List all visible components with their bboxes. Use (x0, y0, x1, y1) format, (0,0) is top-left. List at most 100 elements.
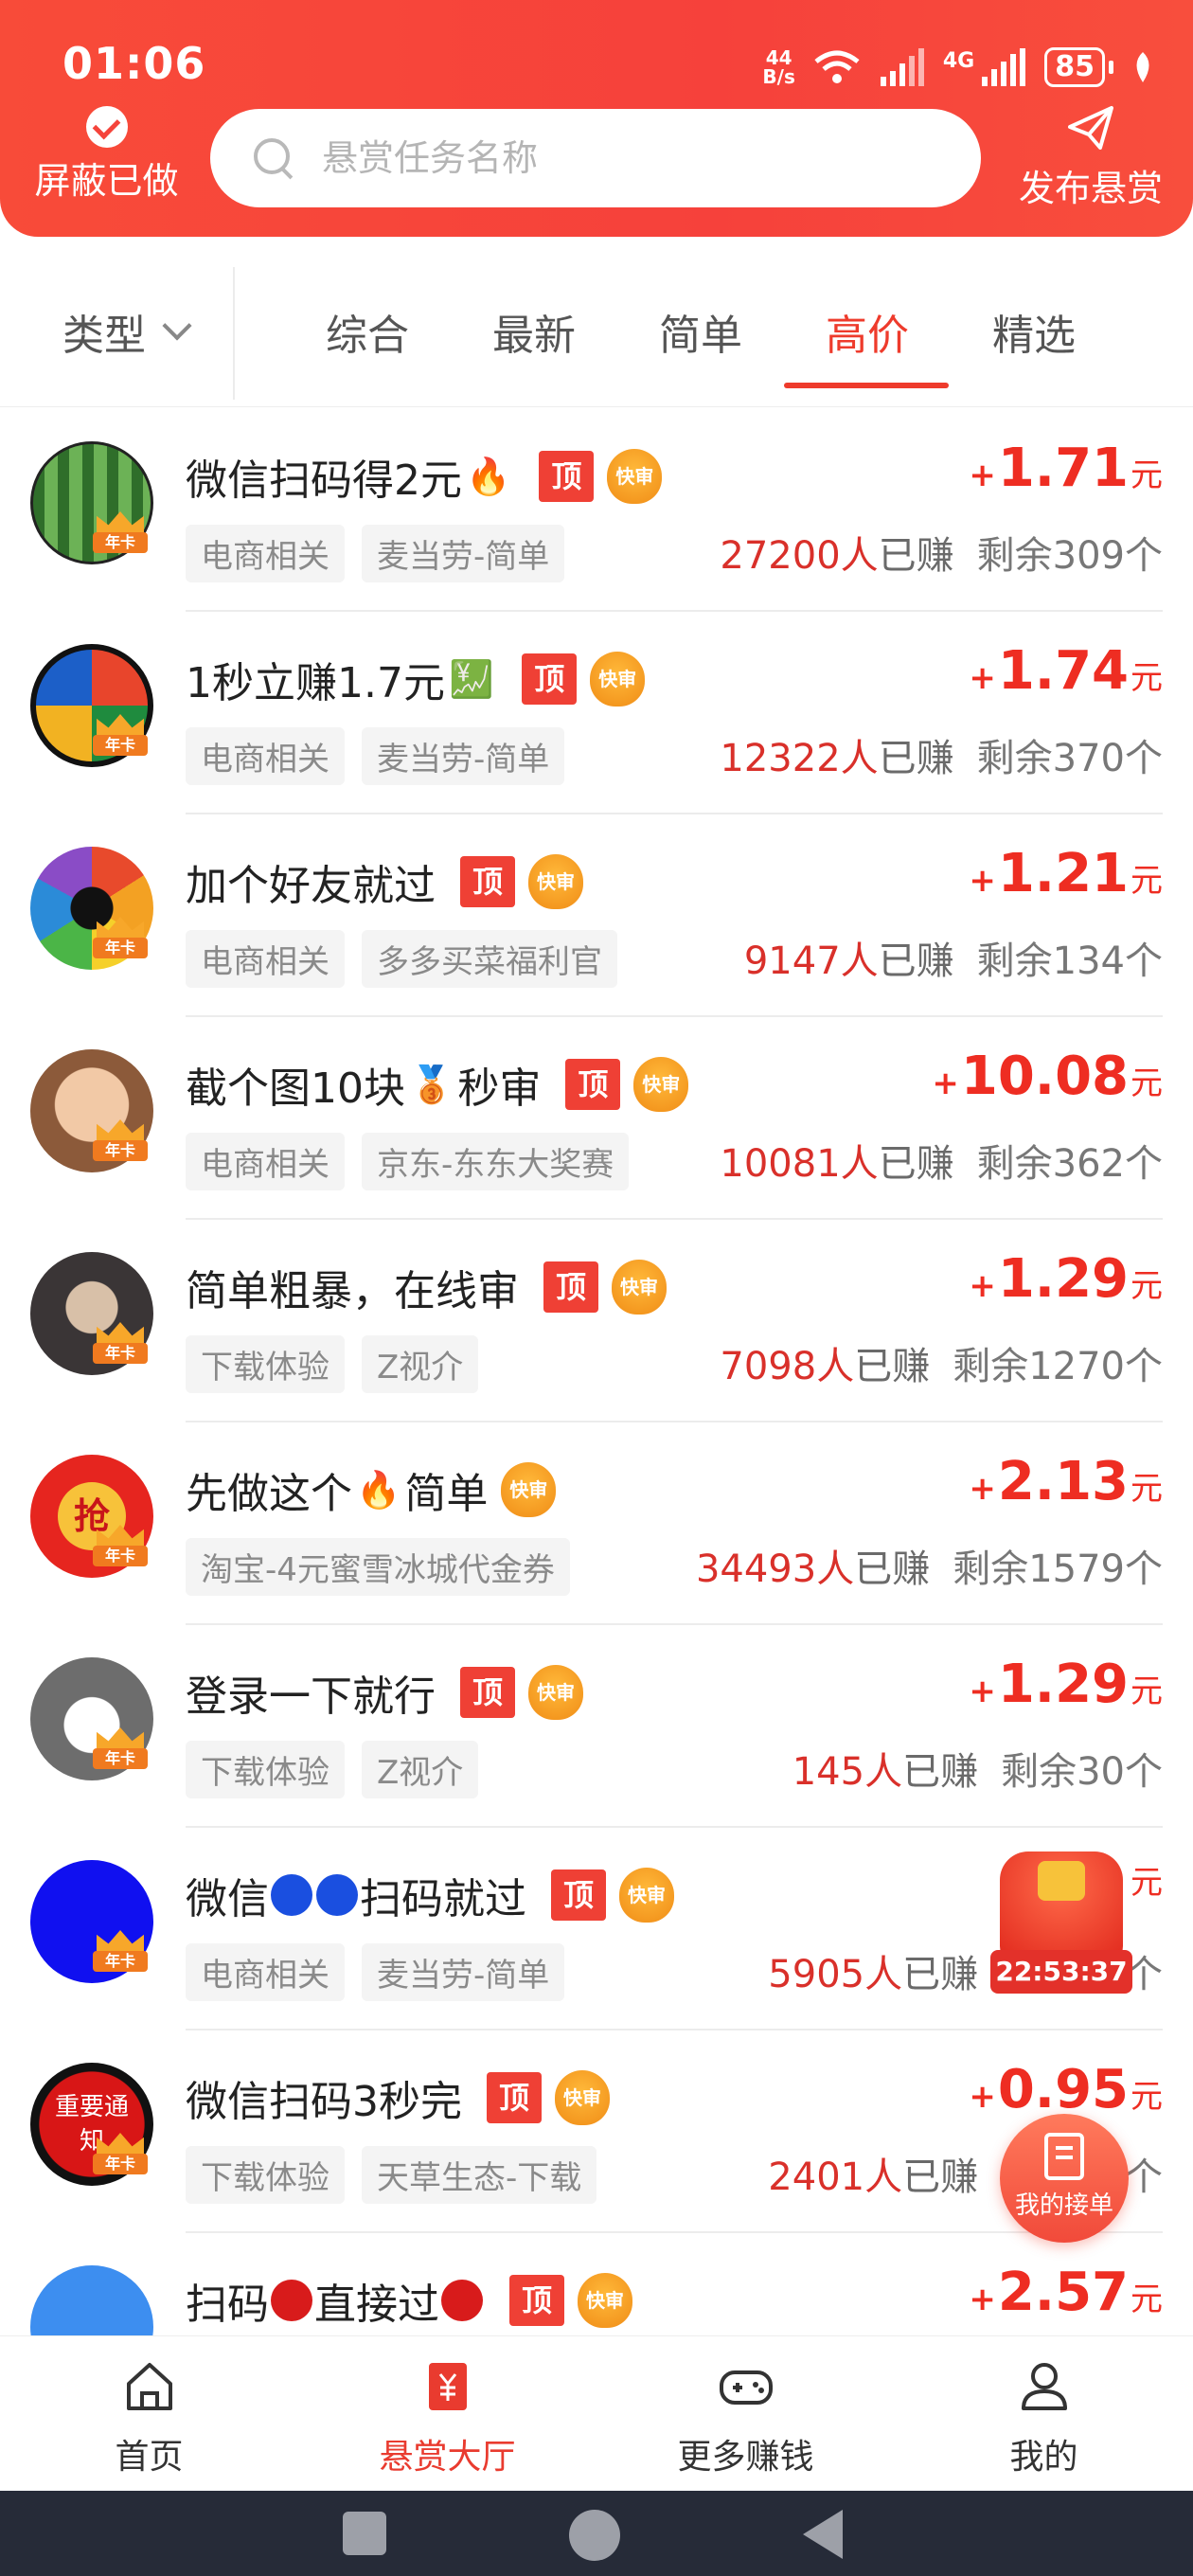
fast-review-badge: 快审 (501, 1462, 557, 1517)
remaining-count: 剩余370个 (976, 737, 1163, 780)
tag: 京东-东东大奖赛 (362, 1133, 630, 1190)
pinned-badge: 顶 (460, 1667, 515, 1718)
reward-amount: +1.74 元 (969, 640, 1163, 702)
task-item[interactable]: 年卡 截个图10块 🥉 秒审 顶 快审 电商相关 京东-东东大奖赛 +10.08… (0, 1017, 1193, 1220)
reward-amount: +1.71 元 (969, 438, 1163, 499)
tab-featured[interactable]: 精选 (951, 256, 1117, 407)
publish-reward-button[interactable]: 发布悬赏 (1006, 104, 1176, 211)
search-bar[interactable] (210, 109, 981, 207)
my-orders-label: 我的接单 (1014, 2191, 1113, 2220)
tag: 多多买菜福利官 (362, 930, 617, 988)
task-tags: 淘宝-4元蜜雪冰城代金券 (186, 1538, 570, 1596)
blue-circle-icon (316, 1874, 358, 1916)
leaf-icon (1136, 52, 1149, 82)
pinned-badge: 顶 (565, 1059, 621, 1110)
task-title: 截个图10块 (186, 1064, 405, 1113)
chart-up-icon: 💹 (448, 657, 494, 700)
remaining-count: 剩余134个 (976, 939, 1163, 983)
tab-newest[interactable]: 最新 (451, 256, 617, 407)
reward-amount: +1.29 元 (969, 1654, 1163, 1715)
system-nav-bar (0, 2491, 1193, 2576)
reward-amount: +2.13 元 (969, 1451, 1163, 1512)
red-circle-icon (441, 2280, 483, 2321)
task-item[interactable]: 年卡 简单粗暴，在线审 顶 快审 下载体验 Z视介 +1.29 元 7098人已赚… (0, 1220, 1193, 1422)
task-tags: 电商相关 麦当劳-简单 (186, 525, 565, 582)
header: 01:06 44 B/s 4G 85 屏蔽已做 悬赏任务名称 发布悬赏 (0, 0, 1193, 237)
remaining-count: 剩余30个 (1001, 1750, 1163, 1794)
task-item[interactable]: 年卡 加个好友就过 顶 快审 电商相关 多多买菜福利官 +1.21 元 9147人… (0, 814, 1193, 1017)
earned-count: 2401人 (768, 2156, 903, 2199)
task-title: 微信扫码3秒完 (186, 2078, 462, 2126)
task-stats: 12322人已赚 剩余370个 (720, 727, 1163, 782)
task-item[interactable]: 抢 年卡 先做这个 🔥 简单 快审 淘宝-4元蜜雪冰城代金券 +2.13 元 34… (0, 1422, 1193, 1625)
fire-icon: 🔥 (466, 455, 511, 497)
tab-high-price[interactable]: 高价 (784, 256, 951, 407)
nav-mine[interactable]: 我的 (895, 2336, 1193, 2491)
earned-count: 12322人 (720, 737, 879, 780)
type-dropdown[interactable]: 类型 (62, 301, 192, 362)
net-speed: 44 B/s (762, 46, 795, 88)
signal-icon (880, 48, 924, 86)
crown-icon: 年卡 (93, 1119, 148, 1161)
tab-simple[interactable]: 简单 (617, 256, 784, 407)
red-circle-icon (271, 2280, 312, 2321)
countdown-timer: 22:53:37 (990, 1950, 1132, 1994)
status-time: 01:06 (62, 38, 206, 89)
nav-home-label: 首页 (115, 2438, 184, 2477)
reward-amount: +1.29 元 (969, 1248, 1163, 1310)
pinned-badge: 顶 (543, 1261, 598, 1313)
earned-count: 9147人 (743, 939, 879, 983)
nav-reward-hall-label: 悬赏大厅 (379, 2438, 516, 2477)
earned-count: 5905人 (768, 1953, 903, 1996)
task-tags: 电商相关 麦当劳-简单 (186, 1943, 565, 2001)
nav-reward-hall[interactable]: 悬赏大厅 (298, 2336, 596, 2491)
task-item[interactable]: 扫码 直接过 顶 快审 +2.57 元 (0, 2233, 1193, 2335)
crown-icon: 年卡 (93, 2133, 148, 2174)
fast-review-badge: 快审 (528, 854, 583, 909)
task-title: 1秒立赚1.7元 (186, 659, 445, 707)
back-button[interactable] (803, 2510, 843, 2559)
pinned-badge: 顶 (487, 2072, 542, 2123)
tag: 天草生态-下载 (362, 2146, 597, 2204)
task-item[interactable]: 年卡 登录一下就行 顶 快审 下载体验 Z视介 +1.29 元 145人已赚 剩余… (0, 1625, 1193, 1828)
red-envelope-widget[interactable]: 22:53:37 (990, 1852, 1132, 1997)
reward-hall-icon (428, 2363, 467, 2410)
tag: 电商相关 (186, 930, 345, 988)
divider (233, 267, 235, 400)
earned-count: 7098人 (720, 1345, 855, 1388)
hide-done-toggle[interactable]: 屏蔽已做 (28, 106, 185, 204)
document-icon (1044, 2133, 1084, 2180)
task-title: 简单粗暴，在线审 (186, 1267, 519, 1315)
fast-review-badge: 快审 (619, 1868, 674, 1923)
task-item[interactable]: 年卡 微信扫码得2元 🔥 顶 快审 电商相关 麦当劳-简单 +1.71 元 272… (0, 409, 1193, 612)
blue-circle-icon (271, 1874, 312, 1916)
fast-review-badge: 快审 (578, 2273, 632, 2328)
remaining-count: 剩余1579个 (953, 1547, 1163, 1591)
my-orders-button[interactable]: 我的接单 (1000, 2114, 1129, 2243)
task-tags: 电商相关 京东-东东大奖赛 (186, 1133, 630, 1190)
battery-level: 85 (1044, 47, 1105, 87)
nav-home[interactable]: 首页 (0, 2336, 298, 2491)
reward-amount: +0.95 元 (969, 2059, 1163, 2120)
tag: Z视介 (362, 1335, 479, 1393)
nav-more-earn[interactable]: 更多赚钱 (596, 2336, 895, 2491)
task-stats: 7098人已赚 剩余1270个 (720, 1335, 1163, 1390)
crown-icon: 年卡 (93, 511, 148, 553)
task-item[interactable]: 年卡 1秒立赚1.7元 💹 顶 快审 电商相关 麦当劳-简单 +1.74 元 12… (0, 612, 1193, 814)
tag: 电商相关 (186, 1133, 345, 1190)
fire-icon: 🔥 (356, 1468, 401, 1511)
signal-icon-2 (982, 48, 1026, 86)
recents-button[interactable] (343, 2512, 386, 2555)
tab-comprehensive[interactable]: 综合 (284, 256, 451, 407)
task-title-prefix: 扫码 (186, 2281, 269, 2329)
home-button[interactable] (569, 2510, 620, 2561)
pinned-badge: 顶 (509, 2275, 564, 2326)
search-icon (254, 138, 294, 178)
search-input[interactable] (322, 137, 966, 179)
reward-amount: +10.08 元 (932, 1046, 1163, 1107)
remaining-count: 剩余1270个 (953, 1345, 1163, 1388)
nav-more-earn-label: 更多赚钱 (677, 2438, 814, 2477)
task-stats: 27200人已赚 剩余309个 (720, 525, 1163, 580)
publish-label: 发布悬赏 (1018, 168, 1163, 209)
task-stats: 10081人已赚 剩余362个 (720, 1133, 1163, 1188)
